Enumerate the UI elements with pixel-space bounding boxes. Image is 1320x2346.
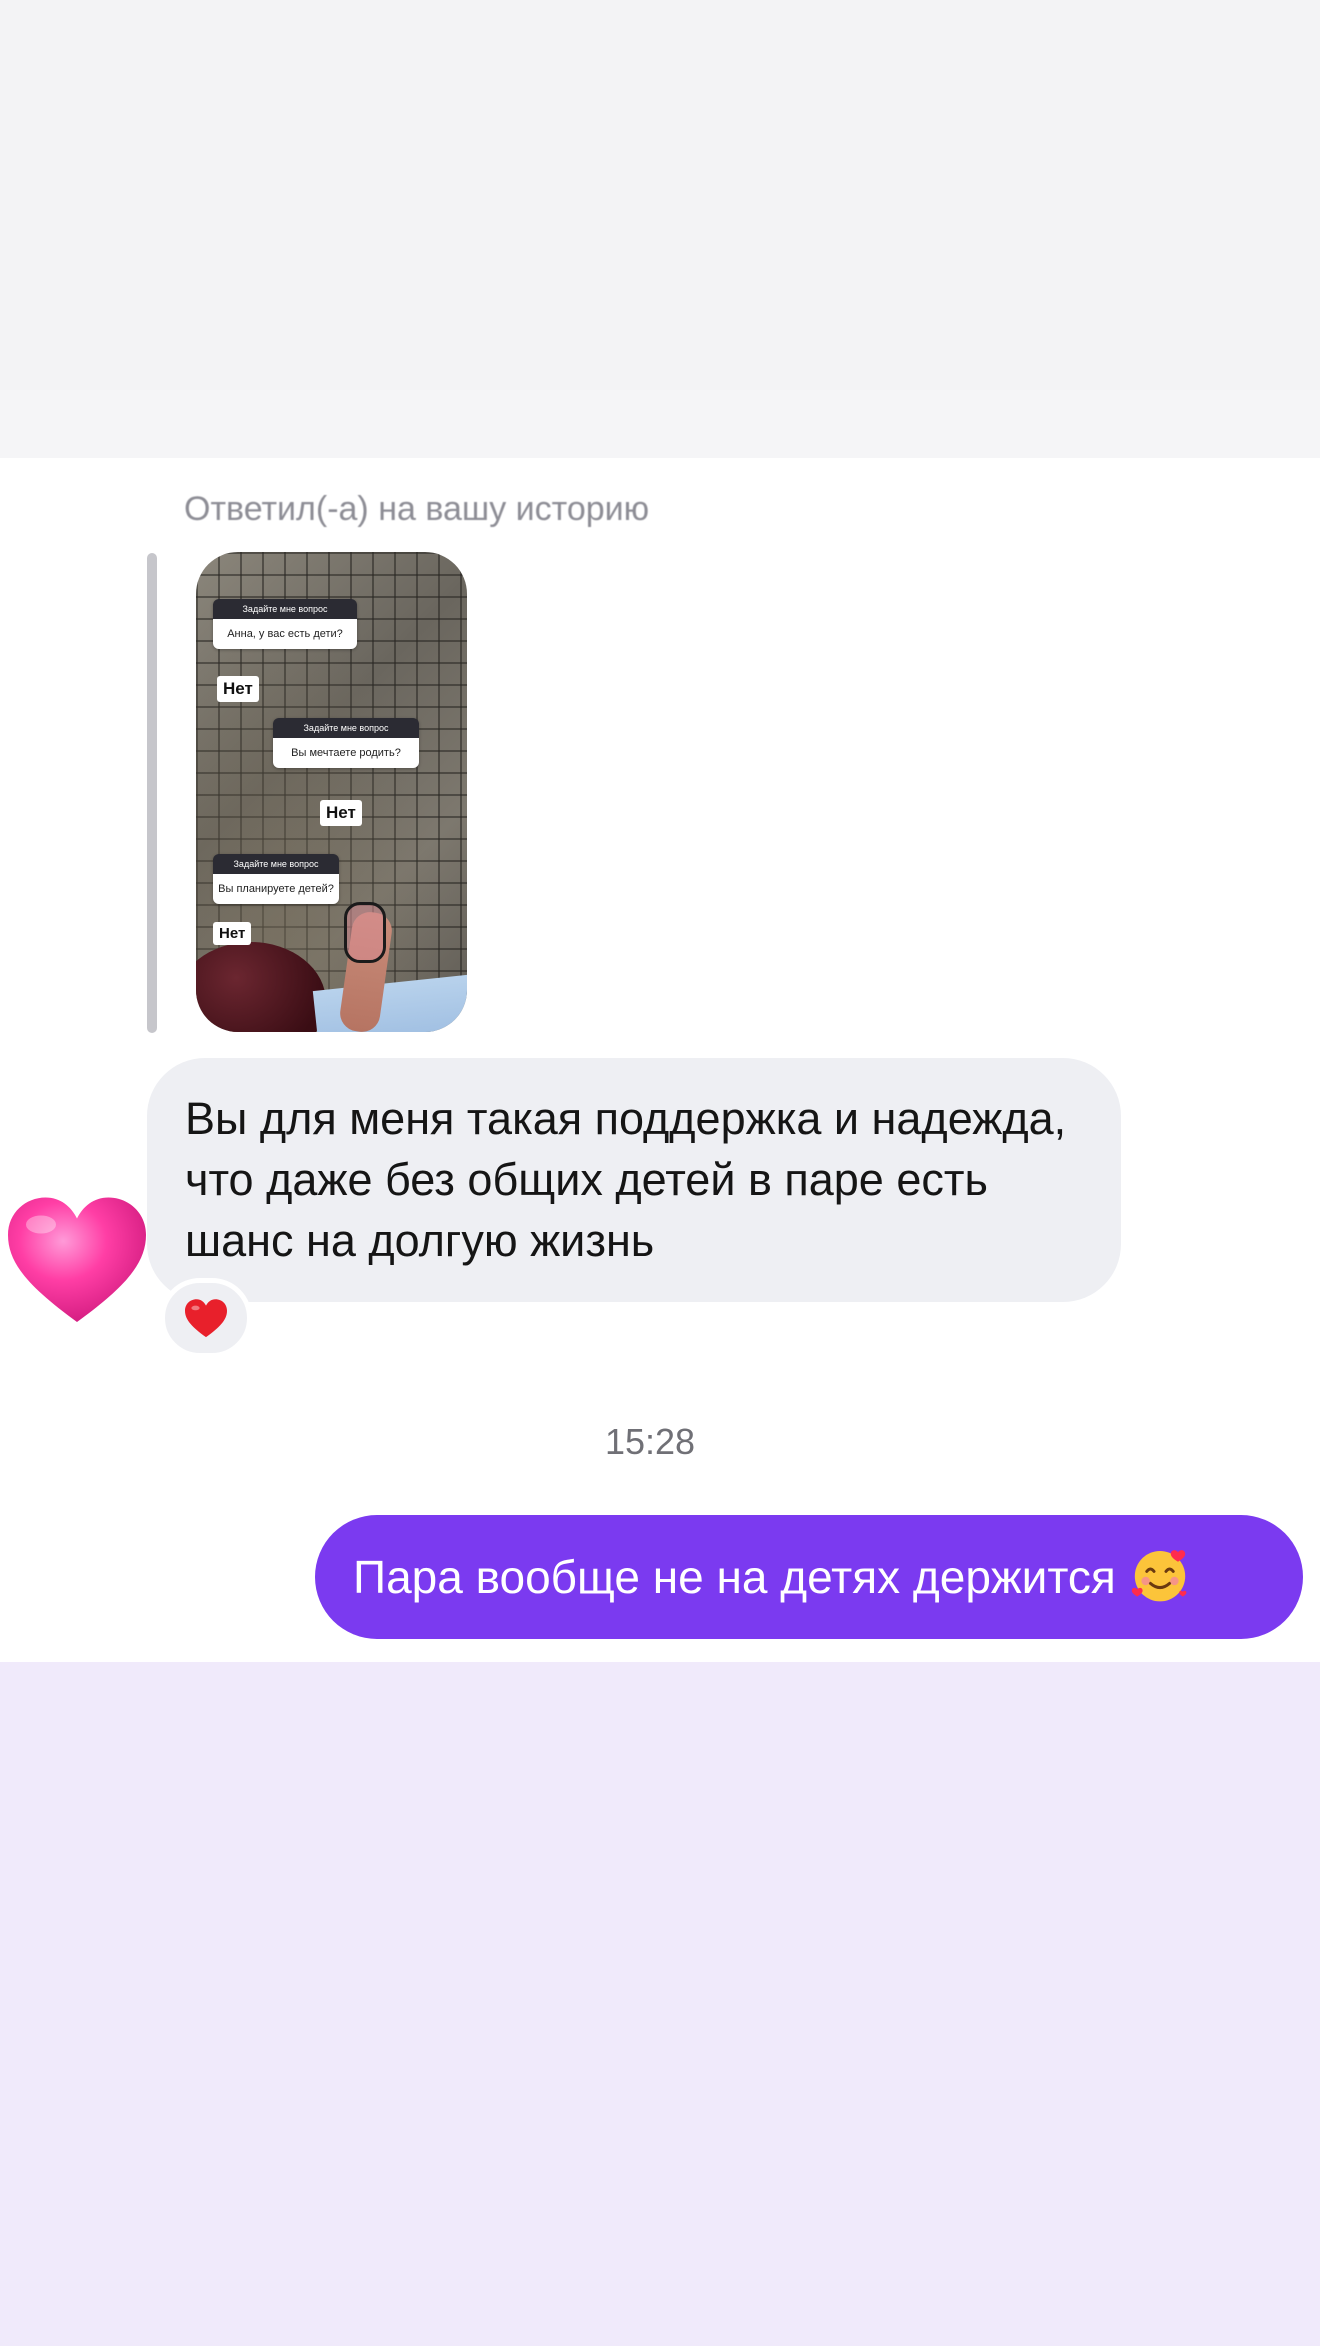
story-question-header: Задайте мне вопрос <box>213 854 339 874</box>
bottom-empty-area <box>0 1662 1320 2346</box>
story-answer: Нет <box>320 800 362 826</box>
pink-heart-icon <box>2 1190 152 1340</box>
red-heart-icon <box>185 1299 227 1338</box>
story-question-card: Задайте мне вопрос Вы планируете детей? <box>213 854 339 904</box>
reply-context-label: Ответил(-а) на вашу историю <box>184 490 650 528</box>
story-jeans-shape <box>312 973 467 1032</box>
smiling-face-with-hearts-icon <box>1130 1545 1190 1610</box>
story-question-card: Задайте мне вопрос Вы мечтаете родить? <box>273 718 419 768</box>
outgoing-message-text: Пара вообще не на детях держится <box>353 1551 1116 1603</box>
story-bag-shape <box>196 942 326 1032</box>
story-question-card: Задайте мне вопрос Анна, у вас есть дети… <box>213 599 357 649</box>
story-question-text: Вы планируете детей? <box>213 874 339 904</box>
incoming-message-text: Вы для меня такая поддержка и надежда, ч… <box>185 1093 1067 1266</box>
outgoing-message-bubble[interactable]: Пара вообще не на детях держится <box>315 1515 1303 1639</box>
incoming-message-bubble[interactable]: Вы для меня такая поддержка и надежда, ч… <box>147 1058 1121 1302</box>
reaction-badge[interactable] <box>160 1278 252 1358</box>
story-question-text: Анна, у вас есть дети? <box>213 619 357 649</box>
story-question-text: Вы мечтаете родить? <box>273 738 419 768</box>
top-fade-band <box>0 390 1320 460</box>
story-question-header: Задайте мне вопрос <box>273 718 419 738</box>
story-sandal-shape <box>344 902 386 963</box>
reply-quote-bar <box>147 553 157 1033</box>
story-thumbnail[interactable]: Задайте мне вопрос Анна, у вас есть дети… <box>196 552 467 1032</box>
message-timestamp: 15:28 <box>604 1421 696 1462</box>
story-question-header: Задайте мне вопрос <box>213 599 357 619</box>
story-answer: Нет <box>217 676 259 702</box>
story-answer: Нет <box>213 922 252 945</box>
